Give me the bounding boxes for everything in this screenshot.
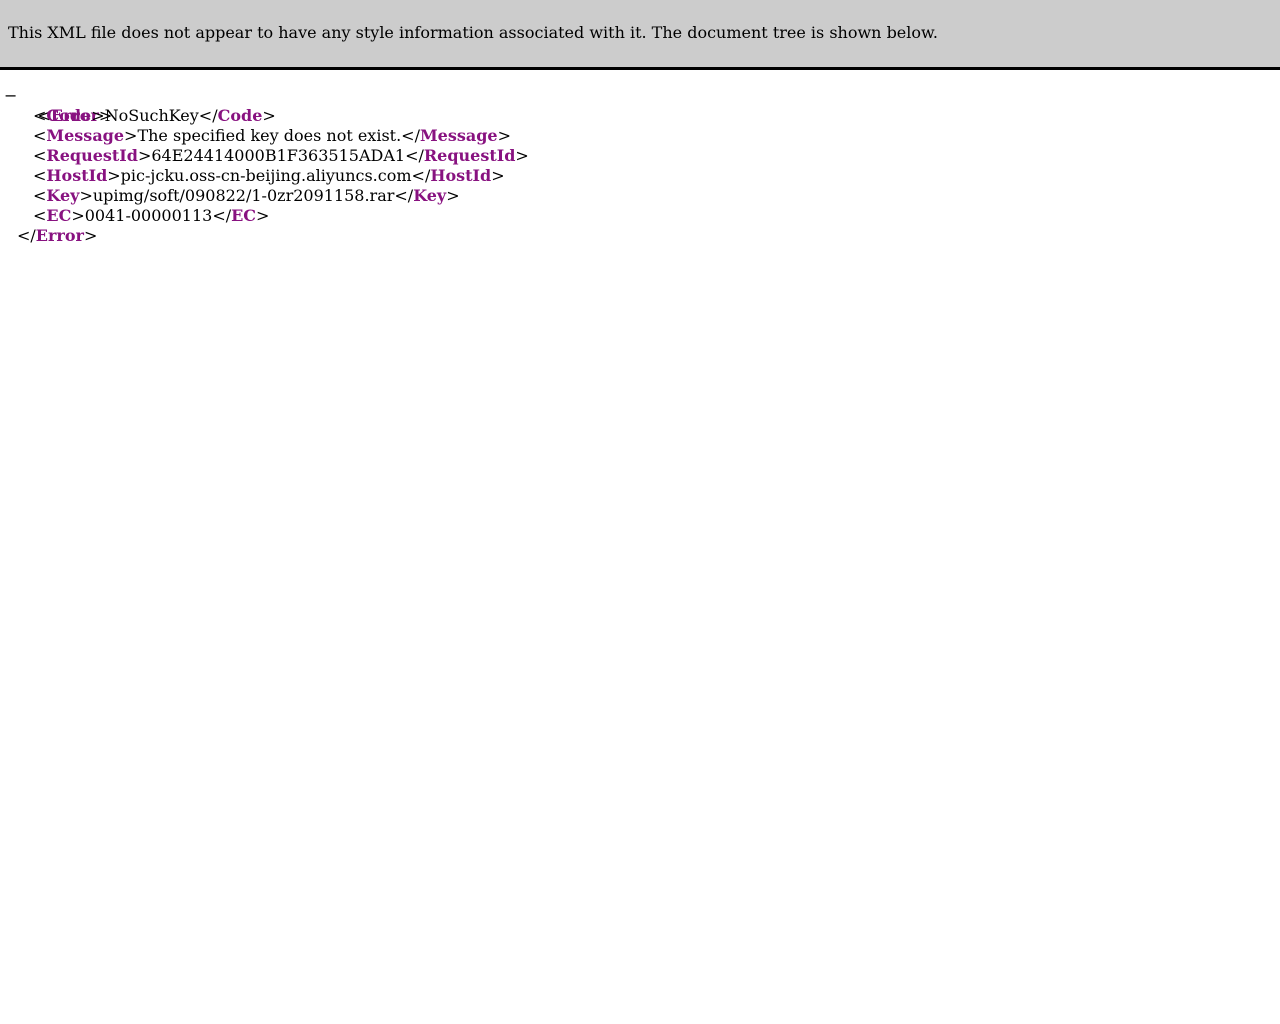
tag-hostid-close: HostId (430, 166, 492, 185)
value-ec: 0041-00000113 (84, 206, 213, 225)
xml-element-message: <Message>The specified key does not exis… (33, 126, 512, 145)
value-hostid: pic-jcku.oss-cn-beijing.aliyuncs.com (120, 166, 412, 185)
error-close-line: </Error> (17, 226, 98, 245)
banner-message: This XML file does not appear to have an… (8, 23, 938, 42)
value-code: NoSuchKey (104, 106, 199, 125)
tag-key-open: Key (46, 186, 80, 205)
collapse-toggle-icon[interactable]: − (4, 86, 17, 106)
tag-code-open: Code (46, 106, 92, 125)
tag-requestid-close: RequestId (423, 146, 516, 165)
tag-ec-open: EC (46, 206, 72, 225)
tag-message-open: Message (46, 126, 125, 145)
xml-document-tree: − <Error> <Code>NoSuchKey</Code> <Message… (0, 86, 1280, 246)
value-key: upimg/soft/090822/1-0zr2091158.rar (92, 186, 395, 205)
tag-ec-close: EC (231, 206, 257, 225)
xml-element-requestid: <RequestId>64E24414000B1F363515ADA1</Req… (33, 146, 529, 165)
tag-key-close: Key (413, 186, 447, 205)
tag-code-close: Code (217, 106, 263, 125)
tag-hostid-open: HostId (46, 166, 108, 185)
error-open-line: − <Error> (4, 86, 113, 125)
xml-info-banner: This XML file does not appear to have an… (0, 0, 1280, 70)
value-requestid: 64E24414000B1F363515ADA1 (151, 146, 406, 165)
tag-message-close: Message (419, 126, 498, 145)
root-tag-close: Error (35, 226, 84, 245)
xml-element-code: <Code>NoSuchKey</Code> (33, 106, 276, 125)
xml-element-ec: <EC>0041-00000113</EC> (33, 206, 270, 225)
value-message: The specified key does not exist. (137, 126, 402, 145)
xml-element-hostid: <HostId>pic-jcku.oss-cn-beijing.aliyuncs… (33, 166, 505, 185)
tag-requestid-open: RequestId (46, 146, 138, 165)
xml-element-key: <Key>upimg/soft/090822/1-0zr2091158.rar<… (33, 186, 460, 205)
